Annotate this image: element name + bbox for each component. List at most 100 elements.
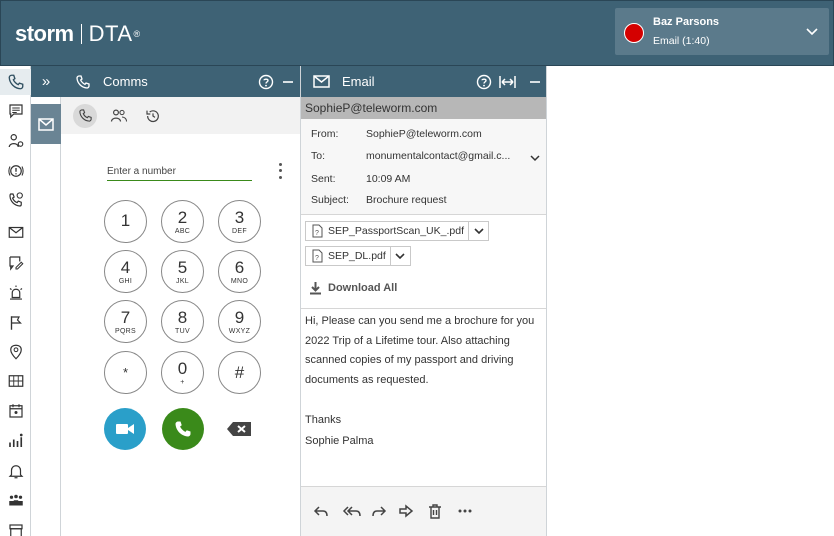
logo-divider (80, 24, 82, 44)
dialpad-key-hash[interactable]: # (218, 351, 261, 394)
nav-call-history[interactable] (0, 187, 31, 213)
expand-panels-button[interactable]: » (31, 66, 61, 97)
svg-text:?: ? (315, 230, 319, 237)
minimize-icon[interactable] (526, 73, 543, 90)
email-actions-bar (301, 486, 546, 536)
logo-dta-text: DTA (88, 21, 133, 46)
more-actions-icon[interactable] (456, 502, 474, 520)
dialpad-key-9[interactable]: 9 WXYZ (218, 300, 261, 343)
dialpad-key-8[interactable]: 8 TUV (161, 300, 204, 343)
to-value: monumentalcontact@gmail.c... (366, 150, 511, 162)
move-icon[interactable] (397, 502, 415, 520)
chevron-down-icon[interactable] (529, 152, 541, 164)
nav-notifications[interactable] (0, 458, 31, 484)
nav-edit-note[interactable] (0, 250, 31, 276)
call-button[interactable] (162, 408, 204, 450)
email-body: Hi, Please can you send me a brochure fo… (305, 315, 535, 386)
tab-history[interactable] (141, 104, 165, 128)
bell-icon (8, 465, 23, 479)
contact-settings-icon (8, 134, 23, 148)
nav-mail[interactable] (0, 219, 31, 245)
help-icon[interactable] (475, 73, 492, 90)
chevron-down-icon[interactable] (805, 24, 819, 38)
nav-contact-settings[interactable] (0, 128, 31, 154)
user-status-panel[interactable]: Baz Parsons Email (1:40) (615, 8, 829, 55)
attachment-item[interactable]: ? SEP_DL.pdf (305, 246, 411, 266)
number-input[interactable] (107, 162, 252, 181)
nav-flag[interactable] (0, 310, 31, 336)
key-digit: 2 (177, 207, 188, 227)
key-digit: # (234, 363, 245, 382)
key-letters: WXYZ (228, 327, 251, 335)
email-signoff: Thanks (305, 414, 342, 426)
dialpad-key-7[interactable]: 7 PQRS (104, 300, 147, 343)
tab-contacts[interactable] (107, 104, 131, 128)
expand-width-icon[interactable] (499, 73, 516, 90)
subject-value: Brochure request (366, 194, 447, 206)
nav-gallery[interactable] (0, 368, 31, 394)
contacts-icon (110, 109, 128, 122)
nav-group[interactable] (0, 488, 31, 514)
nav-location[interactable] (0, 339, 31, 365)
dialpad-key-1[interactable]: 1 (104, 200, 147, 243)
key-digit: 3 (234, 207, 245, 227)
divider (301, 308, 546, 309)
reply-all-icon[interactable] (341, 502, 363, 520)
download-all-button[interactable]: Download All (309, 281, 397, 295)
backspace-button[interactable] (219, 408, 259, 450)
nav-alarm[interactable] (0, 280, 31, 306)
rail-email-button[interactable] (31, 104, 61, 144)
attachment-options-button[interactable] (389, 247, 410, 265)
more-options-icon[interactable] (275, 161, 285, 181)
nav-phone[interactable] (0, 69, 31, 95)
to-row: To: monumentalcontact@gmail.c... (311, 150, 510, 162)
dialpad-key-6[interactable]: 6 MNO (218, 250, 261, 293)
video-call-button[interactable] (104, 408, 146, 450)
storm-dta-logo: storm DTA ® (15, 21, 140, 47)
reply-icon[interactable] (312, 502, 330, 520)
alarm-icon (9, 285, 22, 300)
key-digit: 0 (177, 358, 188, 378)
top-bar: storm DTA ® Baz Parsons Email (1:40) (0, 0, 834, 66)
tab-dialpad[interactable] (73, 103, 97, 128)
dialpad-key-2[interactable]: 2 ABC (161, 200, 204, 243)
key-digit: 6 (234, 257, 245, 277)
key-digit: 5 (177, 257, 188, 277)
nav-alerts[interactable] (0, 158, 31, 184)
sent-value: 10:09 AM (366, 173, 411, 185)
file-pdf-icon: ? (309, 222, 325, 240)
mail-icon (313, 75, 330, 88)
nav-archive[interactable] (0, 518, 31, 536)
key-digit: 4 (120, 257, 131, 277)
key-letters: GHI (118, 277, 133, 285)
help-icon[interactable] (257, 73, 274, 90)
key-letters: TUV (175, 327, 190, 335)
email-panel: Email SophieP@teleworm.com From: SophieP… (301, 66, 547, 536)
nav-people-chart[interactable] (0, 428, 31, 454)
sent-label: Sent: (311, 173, 336, 185)
from-label: From: (311, 128, 339, 140)
attachment-item[interactable]: ? SEP_PassportScan_UK_.pdf (305, 221, 489, 241)
from-row: From: SophieP@teleworm.com (311, 128, 482, 140)
nav-calendar[interactable] (0, 398, 31, 424)
nav-chat[interactable] (0, 98, 31, 124)
alert-icon (7, 165, 24, 177)
gallery-icon (8, 375, 23, 387)
forward-icon[interactable] (370, 502, 388, 520)
email-title: Email (342, 74, 375, 89)
minimize-icon[interactable] (279, 73, 296, 90)
trash-icon[interactable] (426, 502, 444, 520)
dialpad-key-0[interactable]: 0 + (161, 351, 204, 394)
user-name: Baz Parsons (653, 16, 720, 28)
email-signature: Sophie Palma (305, 435, 374, 447)
dialpad-key-5[interactable]: 5 JKL (161, 250, 204, 293)
phone-icon (76, 74, 90, 89)
download-all-label: Download All (328, 282, 398, 294)
key-letters: MNO (230, 277, 249, 285)
dialpad-key-3[interactable]: 3 DEF (218, 200, 261, 243)
dialpad-key-star[interactable]: * (104, 351, 147, 394)
attachment-name: SEP_DL.pdf (328, 250, 386, 262)
dialpad-key-4[interactable]: 4 GHI (104, 250, 147, 293)
status-indicator-icon (624, 23, 644, 43)
attachment-options-button[interactable] (468, 222, 488, 240)
